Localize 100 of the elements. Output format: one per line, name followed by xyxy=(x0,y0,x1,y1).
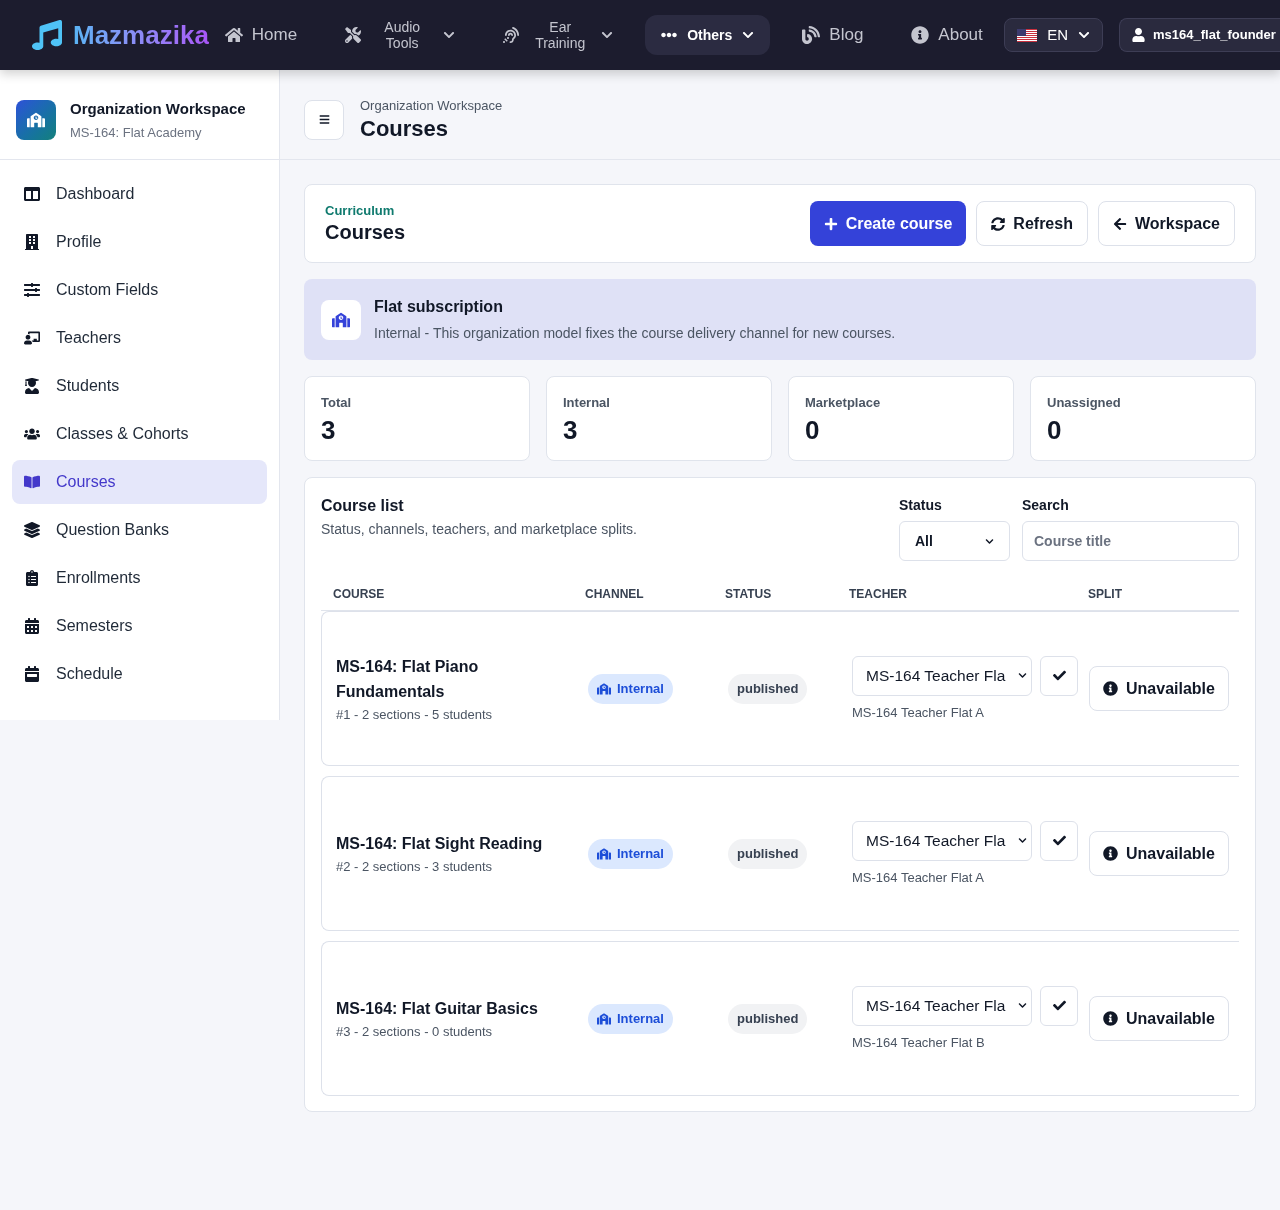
menu-icon xyxy=(318,114,330,125)
info-icon xyxy=(1103,1011,1118,1026)
channel-label: Internal xyxy=(617,1009,664,1028)
sidebar-item[interactable]: Dashboard xyxy=(12,172,267,216)
info-icon xyxy=(911,26,930,44)
course-meta: #2 - 2 sections - 3 students xyxy=(336,858,494,876)
arrow-left-icon xyxy=(1112,216,1127,231)
chevron-down-icon xyxy=(601,29,614,41)
search-label: Search xyxy=(1022,497,1070,513)
calendar-grid-icon xyxy=(24,618,40,634)
user-button[interactable]: ms164_flat_founder xyxy=(1119,18,1280,52)
teacher-select[interactable]: MS-164 Teacher Fla xyxy=(852,820,1032,861)
school-logo-icon xyxy=(16,99,56,140)
stat-label: Unassigned xyxy=(1047,394,1122,412)
split-button[interactable]: Unavailable xyxy=(1089,996,1229,1041)
check-icon xyxy=(1052,669,1066,682)
section-title: Courses xyxy=(325,219,406,245)
column-header: STATUS xyxy=(724,585,773,603)
split-button[interactable]: Unavailable xyxy=(1089,666,1229,711)
stat-value: 0 xyxy=(1047,415,1063,445)
nav-item[interactable]: Ear Training xyxy=(487,15,630,55)
status-select[interactable]: All xyxy=(899,521,1010,561)
course-meta: #1 - 2 sections - 5 students xyxy=(336,705,494,724)
chevron-down-icon xyxy=(1078,29,1090,41)
course-list-title: Course list xyxy=(321,496,405,516)
flag-icon xyxy=(1017,28,1038,42)
people-group-icon xyxy=(24,426,40,442)
section-eyebrow: Curriculum xyxy=(325,202,396,219)
channel-label: Internal xyxy=(617,679,664,698)
confirm-button[interactable] xyxy=(1040,655,1078,696)
teacher-name: MS-164 Teacher Flat A xyxy=(852,868,985,887)
workspace-title: Organization Workspace xyxy=(70,98,246,119)
notice-text: Internal - This organization model fixes the course delivery channel for new courses. xyxy=(374,324,896,343)
sliders-icon xyxy=(24,282,40,298)
plus-icon xyxy=(823,216,838,231)
chevron-down-icon xyxy=(443,29,456,41)
channel-label: Internal xyxy=(617,844,664,863)
sidebar-item[interactable]: Question Banks xyxy=(12,508,267,552)
clipboard-list-icon xyxy=(24,570,40,586)
course-list-subtitle: Status, channels, teachers, and marketplace splits. xyxy=(321,520,637,539)
nav-item[interactable]: Audio Tools xyxy=(329,15,472,55)
status-badge: published xyxy=(728,673,808,704)
chevron-down-icon xyxy=(1018,671,1027,680)
stat-value: 3 xyxy=(563,415,579,445)
teacher-name: MS-164 Teacher Flat B xyxy=(852,1033,986,1052)
language-button[interactable]: EN xyxy=(1004,18,1103,52)
sidebar-item[interactable]: Students xyxy=(12,364,267,408)
nav-item[interactable]: Others xyxy=(645,15,771,55)
user-icon xyxy=(1132,28,1145,42)
sidebar-item[interactable]: Profile xyxy=(12,220,267,264)
sidebar-item[interactable]: Enrollments xyxy=(12,556,267,600)
status-label: Status xyxy=(899,497,943,513)
chevron-down-icon xyxy=(742,29,755,41)
nav-item[interactable]: About xyxy=(895,15,999,55)
sidebar-item[interactable]: Courses xyxy=(12,460,267,504)
layers-icon xyxy=(24,522,40,538)
column-header: TEACHER xyxy=(848,585,908,603)
school-icon xyxy=(597,847,611,860)
course-title: MS-164: Flat Sight Reading xyxy=(336,834,544,854)
school-icon xyxy=(597,682,611,695)
column-header: COURSE xyxy=(332,585,386,603)
split-button[interactable]: Unavailable xyxy=(1089,831,1229,876)
check-icon xyxy=(1052,834,1066,847)
chevron-down-icon xyxy=(1018,836,1027,845)
school-icon xyxy=(597,1012,611,1025)
sidebar-item[interactable]: Semesters xyxy=(12,604,267,648)
nav-item[interactable]: Blog xyxy=(786,15,880,55)
breadcrumb: Organization Workspace xyxy=(360,96,503,115)
stat-value: 3 xyxy=(321,415,337,445)
course-title: MS-164: Flat Guitar Basics xyxy=(336,999,539,1019)
sidebar-item[interactable]: Classes & Cohorts xyxy=(12,412,267,456)
teacher-select[interactable]: MS-164 Teacher Fla xyxy=(852,985,1032,1026)
chevron-down-icon xyxy=(1018,1001,1027,1010)
confirm-button[interactable] xyxy=(1040,985,1078,1026)
open-book-icon xyxy=(24,474,40,490)
menu-button[interactable] xyxy=(304,99,344,140)
create-course-button[interactable]: Create course xyxy=(809,201,967,246)
calendar-icon xyxy=(24,666,40,682)
refresh-icon xyxy=(991,216,1006,231)
workspace-subtitle: MS-164: Flat Academy xyxy=(70,123,203,142)
course-meta: #3 - 2 sections - 0 students xyxy=(336,1023,494,1041)
home-icon xyxy=(224,26,243,44)
stat-label: Marketplace xyxy=(805,394,882,412)
columns-icon xyxy=(24,186,40,202)
back-button[interactable]: Workspace xyxy=(1097,201,1235,246)
sidebar-item[interactable]: Teachers xyxy=(12,316,267,360)
sidebar-item[interactable]: Schedule xyxy=(12,652,267,696)
confirm-button[interactable] xyxy=(1040,820,1078,861)
chevron-down-icon xyxy=(985,536,994,546)
column-header: SPLIT xyxy=(1088,585,1123,603)
info-icon xyxy=(1103,681,1118,696)
stat-label: Internal xyxy=(563,394,611,412)
teacher-select[interactable]: MS-164 Teacher Fla xyxy=(852,655,1032,696)
sidebar-item[interactable]: Custom Fields xyxy=(12,268,267,312)
search-field[interactable]: Course title xyxy=(1022,521,1239,561)
tools-icon xyxy=(345,27,362,43)
music-note-icon xyxy=(32,20,62,50)
refresh-button[interactable]: Refresh xyxy=(976,201,1088,246)
nav-item[interactable]: Home xyxy=(208,15,314,55)
stat-label: Total xyxy=(321,394,353,412)
